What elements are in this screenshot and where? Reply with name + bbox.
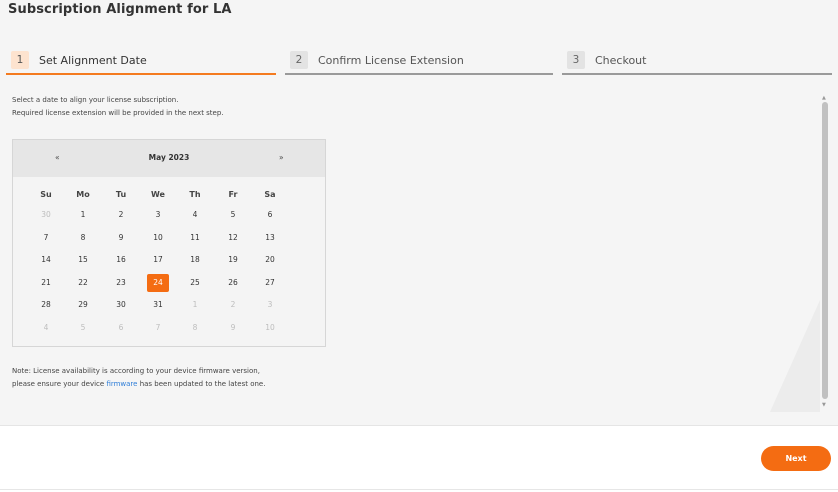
- scroll-up-arrow-icon[interactable]: ▲: [822, 95, 826, 101]
- calendar-day[interactable]: 31: [147, 296, 169, 314]
- calendar-day[interactable]: 17: [147, 251, 169, 269]
- calendar-day[interactable]: 1: [184, 296, 206, 314]
- calendar-day[interactable]: 26: [222, 274, 244, 292]
- footer-bar: Next: [0, 425, 838, 492]
- calendar-day[interactable]: 6: [259, 206, 281, 224]
- calendar-day[interactable]: 19: [222, 251, 244, 269]
- divider: [0, 489, 838, 490]
- date-picker: « May 2023 » Su Mo Tu We Th Fr Sa 30 1 2 3 4 5 6 7 8 9 10…: [12, 139, 326, 347]
- calendar-day[interactable]: 9: [110, 229, 132, 247]
- calendar-day[interactable]: 6: [110, 319, 132, 337]
- stepper: 1 Set Alignment Date 2 Confirm License E…: [6, 47, 832, 75]
- calendar-day[interactable]: 7: [35, 229, 57, 247]
- calendar-day[interactable]: 4: [184, 206, 206, 224]
- calendar-day[interactable]: 30: [35, 206, 57, 224]
- weekday-header: Sa: [264, 190, 276, 199]
- calendar-day[interactable]: 15: [72, 251, 94, 269]
- step-content: Select a date to align your license subs…: [0, 88, 820, 413]
- firmware-link[interactable]: firmware: [106, 380, 137, 388]
- calendar-day-selected[interactable]: 24: [147, 273, 169, 292]
- calendar-day[interactable]: 13: [259, 229, 281, 247]
- calendar-day[interactable]: 9: [222, 319, 244, 337]
- calendar-day[interactable]: 11: [184, 229, 206, 247]
- scroll-down-arrow-icon[interactable]: ▼: [822, 402, 826, 408]
- weekday-header: We: [151, 190, 165, 199]
- background-decoration: [770, 300, 820, 412]
- page-title: Subscription Alignment for LA: [8, 2, 232, 17]
- note-text: please ensure your device: [12, 380, 107, 388]
- calendar-day[interactable]: 23: [110, 274, 132, 292]
- calendar-day[interactable]: 18: [184, 251, 206, 269]
- calendar-day[interactable]: 10: [259, 319, 281, 337]
- next-button[interactable]: Next: [761, 446, 831, 471]
- weekday-header: Mo: [76, 190, 90, 199]
- note-line: Note: License availability is according …: [12, 367, 260, 375]
- step-3[interactable]: 3 Checkout: [562, 47, 832, 75]
- calendar-day[interactable]: 3: [259, 296, 281, 314]
- weekday-header: Tu: [115, 190, 127, 199]
- calendar-day[interactable]: 21: [35, 274, 57, 292]
- firmware-note: Note: License availability is according …: [12, 365, 265, 391]
- step-label: Checkout: [595, 53, 647, 67]
- calendar-day[interactable]: 2: [222, 296, 244, 314]
- calendar-day[interactable]: 30: [110, 296, 132, 314]
- calendar-day[interactable]: 3: [147, 206, 169, 224]
- step-2[interactable]: 2 Confirm License Extension: [285, 47, 553, 75]
- calendar-day[interactable]: 16: [110, 251, 132, 269]
- calendar-day[interactable]: 8: [184, 319, 206, 337]
- calendar-day[interactable]: 5: [222, 206, 244, 224]
- calendar-day[interactable]: 22: [72, 274, 94, 292]
- calendar-day[interactable]: 7: [147, 319, 169, 337]
- calendar-day[interactable]: 10: [147, 229, 169, 247]
- step-label: Set Alignment Date: [39, 53, 147, 67]
- calendar-day[interactable]: 20: [259, 251, 281, 269]
- calendar-day[interactable]: 25: [184, 274, 206, 292]
- calendar-day[interactable]: 4: [35, 319, 57, 337]
- calendar-day[interactable]: 27: [259, 274, 281, 292]
- step-number: 2: [290, 51, 308, 69]
- calendar-day[interactable]: 12: [222, 229, 244, 247]
- weekday-header: Th: [189, 190, 201, 199]
- next-month-button[interactable]: »: [279, 153, 284, 162]
- step-number: 1: [11, 51, 29, 69]
- vertical-scrollbar[interactable]: ▲ ▼: [819, 93, 831, 411]
- step-label: Confirm License Extension: [318, 53, 464, 67]
- scrollbar-thumb[interactable]: [822, 102, 828, 399]
- intro-line: Required license extension will be provi…: [12, 109, 224, 117]
- calendar-day[interactable]: 2: [110, 206, 132, 224]
- intro-text: Select a date to align your license subs…: [12, 94, 224, 120]
- calendar-day[interactable]: 1: [72, 206, 94, 224]
- weekday-header: Su: [40, 190, 52, 199]
- note-line: please ensure your device firmware has b…: [12, 378, 265, 391]
- step-number: 3: [567, 51, 585, 69]
- calendar-day[interactable]: 28: [35, 296, 57, 314]
- step-1[interactable]: 1 Set Alignment Date: [6, 47, 276, 75]
- note-text: has been updated to the latest one.: [137, 380, 266, 388]
- calendar-day[interactable]: 5: [72, 319, 94, 337]
- calendar-day[interactable]: 29: [72, 296, 94, 314]
- weekday-header: Fr: [228, 190, 238, 199]
- intro-line: Select a date to align your license subs…: [12, 96, 179, 104]
- calendar-header: « May 2023 »: [13, 140, 325, 177]
- calendar-day[interactable]: 8: [72, 229, 94, 247]
- calendar-day[interactable]: 14: [35, 251, 57, 269]
